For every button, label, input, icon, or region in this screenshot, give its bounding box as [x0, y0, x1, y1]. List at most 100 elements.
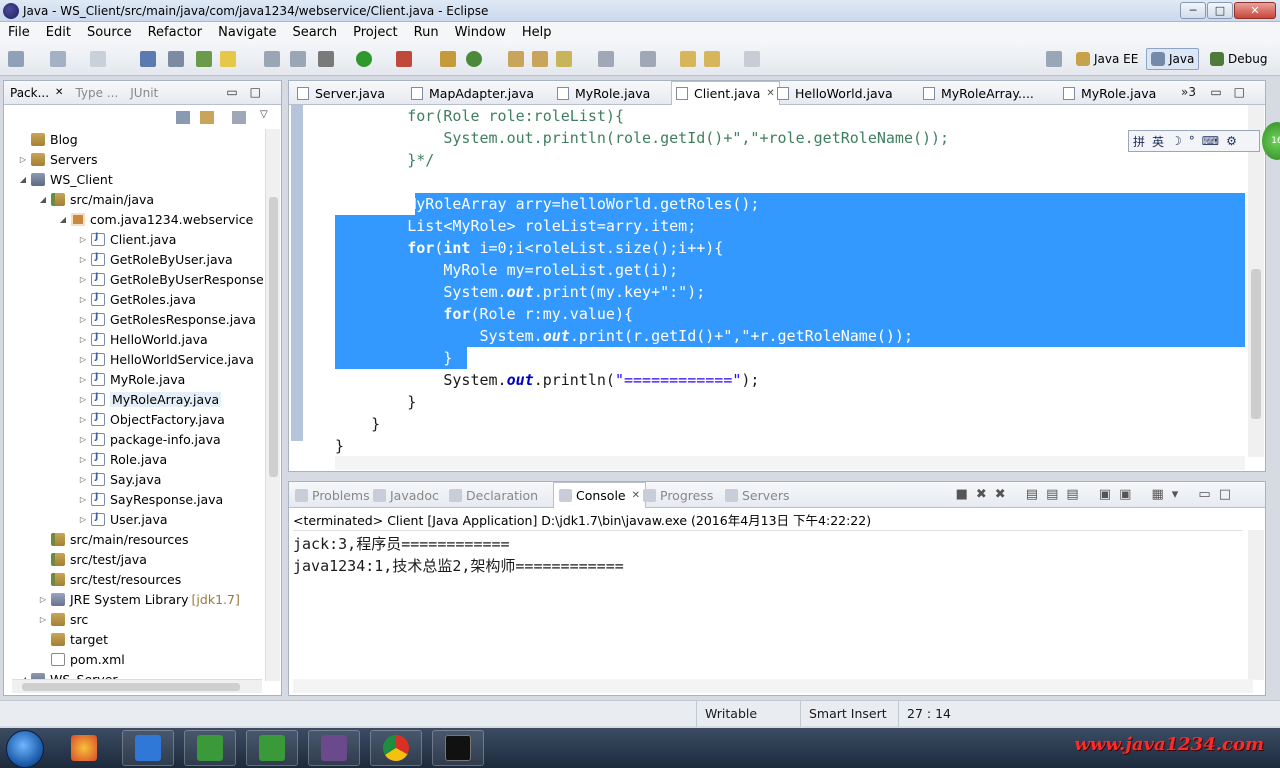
expand-arrow-icon[interactable]: ▷: [78, 395, 88, 404]
taskbar-cmd[interactable]: [432, 730, 484, 766]
expand-arrow-icon[interactable]: ▷: [78, 455, 88, 464]
menu-run[interactable]: Run: [406, 25, 447, 40]
perspective-java-ee[interactable]: Java EE: [1072, 48, 1142, 70]
tree-item[interactable]: target: [38, 629, 108, 649]
editor-tab[interactable]: HelloWorld.java: [777, 81, 893, 105]
tree-item[interactable]: ▷ GetRolesResponse.java: [78, 309, 256, 329]
tree-item[interactable]: ▷ ObjectFactory.java: [78, 409, 225, 429]
editor-vertical-scrollbar[interactable]: [1248, 105, 1264, 457]
menu-refactor[interactable]: Refactor: [140, 25, 211, 40]
expand-arrow-icon[interactable]: ▷: [78, 335, 88, 344]
expand-arrow-icon[interactable]: ▷: [78, 275, 88, 284]
editor-tab[interactable]: MyRole.java: [1063, 81, 1156, 105]
tree-item[interactable]: ▷ GetRoleByUserResponse.ja: [78, 269, 266, 289]
tree-horizontal-scrollbar[interactable]: [12, 679, 262, 693]
pin-icon[interactable]: [168, 51, 184, 67]
expand-arrow-icon[interactable]: ◢: [58, 215, 68, 224]
console-vertical-scrollbar[interactable]: [1248, 530, 1264, 680]
expand-arrow-icon[interactable]: ▷: [78, 255, 88, 264]
focus-icon[interactable]: [232, 111, 246, 124]
taskbar-eclipse[interactable]: [308, 730, 360, 766]
expand-arrow-icon[interactable]: ▷: [78, 495, 88, 504]
close-tab-icon[interactable]: ✕: [632, 490, 640, 501]
expand-arrow-icon[interactable]: ▷: [78, 235, 88, 244]
terminal-icon[interactable]: [140, 51, 156, 67]
editor-tab[interactable]: MyRoleArray....: [923, 81, 1034, 105]
open-type-icon[interactable]: [508, 51, 524, 67]
expand-arrow-icon[interactable]: ▷: [78, 355, 88, 364]
collapse-all-icon[interactable]: [176, 111, 190, 124]
expand-arrow-icon[interactable]: ◢: [18, 175, 28, 184]
console-view-tab[interactable]: Javadoc: [373, 482, 439, 508]
close-icon[interactable]: ✕: [55, 87, 63, 98]
expand-arrow-icon[interactable]: ▷: [78, 315, 88, 324]
tree-item[interactable]: pom.xml: [38, 649, 125, 669]
search-icon[interactable]: [556, 51, 572, 67]
debug-icon[interactable]: [318, 51, 334, 67]
expand-arrow-icon[interactable]: ▷: [78, 435, 88, 444]
taskbar-camtasia-1[interactable]: [184, 730, 236, 766]
expand-arrow-icon[interactable]: ◢: [38, 195, 48, 204]
menu-source[interactable]: Source: [79, 25, 140, 40]
tree-item[interactable]: ▷ HelloWorld.java: [78, 329, 208, 349]
console-toolbar-icons[interactable]: ■✖✖ ▤▤▤ ▣▣ ▦▾ ▭□: [956, 487, 1239, 502]
open-perspective-icon[interactable]: [1046, 51, 1062, 67]
ime-toolbar[interactable]: 拼 英 ☽ ° ⌨ ⚙: [1128, 130, 1260, 152]
tree-item[interactable]: ▷ MyRoleArray.java: [78, 389, 222, 409]
menu-file[interactable]: File: [0, 25, 38, 40]
tree-item[interactable]: ▷ Client.java: [78, 229, 176, 249]
tree-item[interactable]: ▷ GetRoleByUser.java: [78, 249, 233, 269]
tree-item[interactable]: ◢ WS_Server: [18, 669, 118, 679]
close-tab-icon[interactable]: ✕: [766, 88, 774, 99]
new-class-icon[interactable]: [466, 51, 482, 67]
expand-arrow-icon[interactable]: ▷: [78, 475, 88, 484]
tree-item[interactable]: ▷ GetRoles.java: [78, 289, 196, 309]
tree-item[interactable]: ▷ SayResponse.java: [78, 489, 223, 509]
prev-annotation-icon[interactable]: [640, 51, 656, 67]
tree-item[interactable]: src/test/resources: [38, 569, 181, 589]
toggle-mark-icon[interactable]: [196, 51, 212, 67]
expand-arrow-icon[interactable]: ▷: [78, 515, 88, 524]
tab-package-explorer[interactable]: Pack... ✕: [4, 86, 69, 100]
expand-arrow-icon[interactable]: ▷: [78, 295, 88, 304]
editor-tab[interactable]: Client.java ✕: [671, 81, 780, 105]
tree-item[interactable]: ▷ JRE System Library [jdk1.7]: [38, 589, 240, 609]
tree-vertical-scrollbar[interactable]: [265, 129, 280, 681]
editor-tab[interactable]: MapAdapter.java: [411, 81, 534, 105]
block-selection-icon[interactable]: [264, 51, 280, 67]
tree-item[interactable]: ◢ com.java1234.webservice: [58, 209, 253, 229]
menu-help[interactable]: Help: [514, 25, 560, 40]
tree-item[interactable]: src/test/java: [38, 549, 147, 569]
tab-overflow-indicator[interactable]: »3: [1181, 85, 1196, 99]
console-view-tab[interactable]: Progress: [643, 482, 713, 508]
menu-edit[interactable]: Edit: [38, 25, 79, 40]
perspective-java[interactable]: Java: [1146, 48, 1200, 70]
tree-item[interactable]: ▷ Say.java: [78, 469, 161, 489]
editor-horizontal-scrollbar[interactable]: [335, 456, 1245, 470]
run-icon[interactable]: [356, 51, 372, 67]
taskbar-app-1[interactable]: [58, 730, 110, 766]
menu-project[interactable]: Project: [345, 25, 405, 40]
open-task-icon[interactable]: [532, 51, 548, 67]
tree-item[interactable]: ◢ WS_Client: [18, 169, 113, 189]
minimize-button[interactable]: ─: [1180, 2, 1206, 19]
tree-item[interactable]: ▷ HelloWorldService.java: [78, 349, 254, 369]
tree-item[interactable]: ▷ src: [38, 609, 88, 629]
new-icon[interactable]: [8, 51, 24, 67]
start-button[interactable]: [6, 730, 44, 768]
tree-item[interactable]: ▷ Role.java: [78, 449, 167, 469]
console-view-tab[interactable]: Console ✕: [553, 482, 647, 508]
external-tools-icon[interactable]: [396, 51, 412, 67]
editor-minimize-maximize-icon[interactable]: ▭□: [1210, 85, 1257, 99]
view-menu-icon[interactable]: ▽: [260, 109, 268, 120]
new-java-project-icon[interactable]: [440, 51, 456, 67]
maximize-button[interactable]: □: [1207, 2, 1233, 19]
minimize-maximize-icon[interactable]: ▭□: [226, 85, 273, 99]
save-icon[interactable]: [50, 51, 66, 67]
console-output[interactable]: jack:3,程序员============ java1234:1,技术总监2,架…: [293, 530, 1243, 577]
editor-tab[interactable]: Server.java: [297, 81, 385, 105]
tree-item[interactable]: ▷ package-info.java: [78, 429, 221, 449]
expand-arrow-icon[interactable]: ▷: [18, 155, 28, 164]
perspective-debug[interactable]: Debug: [1206, 48, 1271, 70]
console-view-tab[interactable]: Servers: [725, 482, 790, 508]
